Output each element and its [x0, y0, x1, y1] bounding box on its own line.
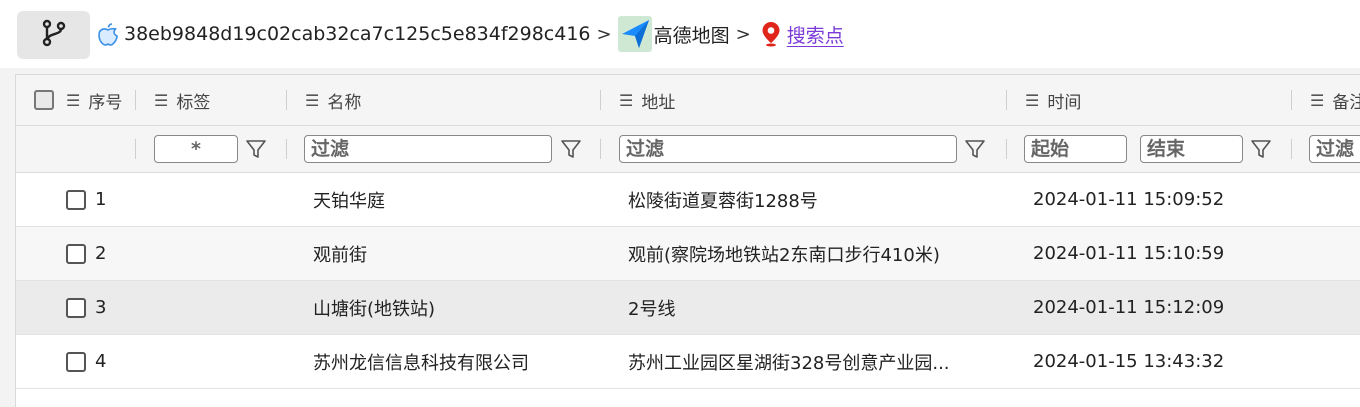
column-header-address[interactable]: ☰ 地址	[619, 75, 675, 125]
breadcrumb-separator: >	[596, 23, 612, 45]
data-table: ☰ 序号 ☰ 标签 ☰ 名称 ☰ 地址 ☰ 时间 ☰ 备注 *	[15, 74, 1360, 407]
tag-filter-input[interactable]: *	[154, 135, 238, 163]
row-time: 2024-01-11 15:12:09	[1033, 297, 1225, 318]
row-address: 松陵街道夏蓉街1288号	[628, 190, 818, 212]
row-time: 2024-01-11 15:09:52	[1033, 189, 1225, 210]
list-lines-icon: ☰	[1310, 90, 1325, 110]
note-filter-input[interactable]: 过滤	[1309, 135, 1360, 163]
funnel-icon[interactable]	[1250, 138, 1272, 160]
row-name: 天铂华庭	[313, 190, 385, 212]
row-index: 4	[95, 351, 107, 372]
column-divider[interactable]	[135, 90, 136, 110]
column-label: 时间	[1047, 92, 1082, 113]
row-address: 观前(察院场地铁站2东南口步行410米)	[628, 244, 940, 266]
column-header-time[interactable]: ☰ 时间	[1025, 75, 1081, 125]
apple-icon	[96, 21, 120, 47]
table-row[interactable]: 1 天铂华庭 松陵街道夏蓉街1288号 2024-01-11 15:09:52	[16, 173, 1360, 227]
time-end-input[interactable]: 结束	[1140, 135, 1243, 163]
row-name: 苏州龙信信息科技有限公司	[313, 352, 529, 374]
list-lines-icon: ☰	[154, 90, 169, 110]
branch-button[interactable]	[17, 11, 90, 59]
row-address: 2号线	[628, 298, 676, 320]
list-lines-icon: ☰	[305, 90, 320, 110]
column-divider	[600, 139, 601, 159]
row-time: 2024-01-15 13:43:32	[1033, 351, 1225, 372]
top-bar: 38eb9848d19c02cab32ca7c125c5e834f298c416…	[0, 0, 1360, 68]
breadcrumb-repo-id[interactable]: 38eb9848d19c02cab32ca7c125c5e834f298c416	[124, 23, 591, 45]
row-checkbox[interactable]	[66, 227, 86, 280]
location-pin-icon	[761, 21, 781, 47]
column-label: 序号	[88, 92, 123, 113]
column-label: 地址	[641, 92, 676, 113]
table-row[interactable]: 3 山塘街(地铁站) 2号线 2024-01-11 15:12:09	[16, 281, 1360, 335]
row-checkbox[interactable]	[66, 173, 86, 226]
breadcrumb-app[interactable]: 高德地图	[654, 21, 730, 48]
funnel-icon[interactable]	[560, 138, 582, 160]
column-divider[interactable]	[286, 90, 287, 110]
table-row[interactable]: 2 观前街 观前(察院场地铁站2东南口步行410米) 2024-01-11 15…	[16, 227, 1360, 281]
breadcrumb: 38eb9848d19c02cab32ca7c125c5e834f298c416…	[96, 14, 844, 54]
column-label: 名称	[327, 92, 362, 113]
column-label: 备注	[1332, 92, 1360, 113]
breadcrumb-separator: >	[735, 23, 751, 45]
row-checkbox[interactable]	[66, 281, 86, 334]
table-header: ☰ 序号 ☰ 标签 ☰ 名称 ☰ 地址 ☰ 时间 ☰ 备注	[16, 75, 1360, 126]
funnel-icon[interactable]	[964, 138, 986, 160]
row-index: 1	[95, 189, 107, 210]
name-filter-input[interactable]: 过滤	[304, 135, 552, 163]
column-divider[interactable]	[600, 90, 601, 110]
address-filter-input[interactable]: 过滤	[619, 135, 957, 163]
column-header-note[interactable]: ☰ 备注	[1310, 75, 1360, 125]
row-checkbox[interactable]	[66, 335, 86, 388]
list-lines-icon: ☰	[66, 90, 81, 110]
breadcrumb-current[interactable]: 搜索点	[787, 21, 844, 48]
filter-row: * 过滤 过滤 起始 结束 过滤	[16, 126, 1360, 173]
column-divider	[286, 139, 287, 159]
column-header-index[interactable]: ☰ 序号	[66, 75, 122, 125]
row-index: 3	[95, 297, 107, 318]
column-header-name[interactable]: ☰ 名称	[305, 75, 361, 125]
amap-arrow-icon	[617, 16, 652, 52]
select-all-checkbox[interactable]	[34, 75, 54, 125]
column-divider	[1006, 139, 1007, 159]
column-header-tag[interactable]: ☰ 标签	[154, 75, 210, 125]
time-start-input[interactable]: 起始	[1024, 135, 1127, 163]
column-divider[interactable]	[1006, 90, 1007, 110]
column-divider	[1291, 139, 1292, 159]
row-name: 山塘街(地铁站)	[313, 298, 436, 320]
funnel-icon[interactable]	[245, 138, 267, 160]
column-label: 标签	[176, 92, 211, 113]
row-name: 观前街	[313, 244, 367, 266]
list-lines-icon: ☰	[1025, 90, 1040, 110]
column-divider[interactable]	[1291, 90, 1292, 110]
column-divider	[135, 139, 136, 159]
table-row[interactable]: 4 苏州龙信信息科技有限公司 苏州工业园区星湖街328号创意产业园... 202…	[16, 335, 1360, 389]
row-index: 2	[95, 243, 107, 264]
list-lines-icon: ☰	[619, 90, 634, 110]
git-branch-icon	[41, 19, 67, 51]
row-address: 苏州工业园区星湖街328号创意产业园...	[628, 352, 950, 374]
row-time: 2024-01-11 15:10:59	[1033, 243, 1225, 264]
